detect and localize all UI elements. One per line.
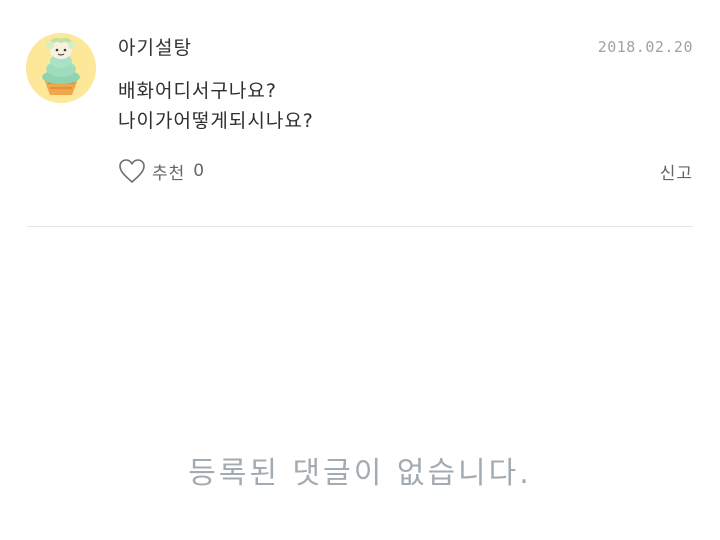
- post-date: 2018.02.20: [597, 38, 693, 56]
- recommend-label: 추천: [152, 163, 186, 184]
- report-button[interactable]: 신고: [660, 159, 693, 184]
- recommend-count: 0: [193, 161, 205, 181]
- post-content-line: 배화어디서구나요?: [118, 80, 277, 102]
- post-content: 배화어디서구나요? 나이가어떻게되시나요?: [118, 76, 314, 136]
- recommend-button[interactable]: 추천 0: [118, 156, 204, 186]
- divider: [27, 226, 693, 227]
- empty-comments-message: 등록된 댓글이 없습니다.: [188, 456, 532, 491]
- avatar[interactable]: [26, 33, 96, 103]
- post-card: 아기설탕 2018.02.20 배화어디서구나요? 나이가어떻게되시나요? 추천…: [0, 0, 720, 226]
- post-content-line: 나이가어떻게되시나요?: [118, 110, 314, 132]
- author-name[interactable]: 아기설탕: [118, 33, 192, 60]
- page: 아기설탕 2018.02.20 배화어디서구나요? 나이가어떻게되시나요? 추천…: [0, 0, 720, 540]
- heart-outline-icon[interactable]: [118, 158, 146, 184]
- ice-cream-character-avatar-icon: [26, 33, 96, 103]
